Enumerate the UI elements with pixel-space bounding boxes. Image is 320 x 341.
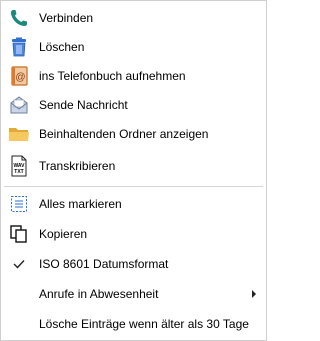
menu-item-label: Alles markieren [39,197,122,211]
menu-item-loeschen[interactable]: Löschen [1,34,266,60]
menu-item-ordner-anzeigen[interactable]: Beinhaltenden Ordner anzeigen [1,121,266,147]
address-book-icon: @ [8,65,30,87]
menu-item-kopieren[interactable]: Kopieren [1,221,266,247]
menu-item-alles-markieren[interactable]: Alles markieren [1,191,266,217]
menu-item-label: Verbinden [39,11,94,25]
menu-item-label: Löschen [39,40,85,54]
menu-item-label: Transkribieren [39,159,116,173]
menu-item-telefonbuch[interactable]: @ ins Telefonbuch aufnehmen [1,63,266,89]
menu-item-sende-nachricht[interactable]: Sende Nachricht [1,92,266,118]
svg-text:TXT: TXT [14,169,23,175]
trash-icon [8,36,30,58]
menu-item-loesche-eintraege[interactable]: Lösche Einträge wenn älter als 30 Tage [1,311,266,337]
envelope-icon [8,94,30,116]
submenu-arrow-icon [252,290,256,298]
menu-item-label: Kopieren [39,227,88,241]
menu-item-transkribieren[interactable]: WAV TXT Transkribieren [1,153,266,179]
menu-item-label: Beinhaltenden Ordner anzeigen [39,127,209,141]
menu-item-label: ISO 8601 Datumsformat [39,257,169,271]
menu-item-label: Sende Nachricht [39,98,128,112]
menu-item-label: ins Telefonbuch aufnehmen [39,69,186,83]
checkmark-icon [13,260,25,269]
menu-item-label: Anrufe in Abwesenheit [39,287,159,301]
phone-icon [8,7,30,29]
svg-text:@: @ [15,72,25,83]
folder-icon [8,123,30,145]
select-all-icon [8,193,30,215]
menu-item-label: Lösche Einträge wenn älter als 30 Tage [39,317,249,331]
context-menu: Verbinden Löschen @ ins Telefonbuch aufn… [0,0,267,341]
menu-item-anrufe-abwesenheit[interactable]: Anrufe in Abwesenheit [1,281,266,307]
wav-txt-icon: WAV TXT [8,155,30,177]
copy-icon [8,223,30,245]
menu-item-verbinden[interactable]: Verbinden [1,5,266,31]
menu-item-iso-datumsformat[interactable]: ISO 8601 Datumsformat [1,251,266,277]
menu-separator [4,186,263,187]
